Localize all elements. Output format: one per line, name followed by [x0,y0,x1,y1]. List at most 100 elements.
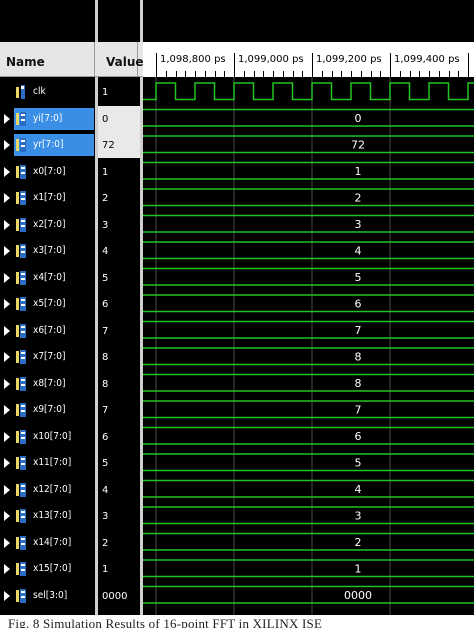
expand-arrow-icon[interactable] [4,431,10,442]
expand-arrow-icon[interactable] [4,113,10,124]
value-column-header[interactable]: Value [98,42,144,77]
signal-icon [15,190,27,206]
signal-name: x0[7:0] [33,165,66,177]
expand-arrow-icon[interactable] [4,458,10,468]
signal-value: 4 [102,484,109,496]
name-column-header[interactable]: Name [0,42,95,77]
signal-icon [15,243,27,259]
time-ruler[interactable]: 1,098,800 ps 1,099,000 ps 1,099,200 ps 1… [143,42,474,77]
signal-icon [15,482,27,498]
expand-arrow-icon[interactable] [4,299,10,309]
signal-row[interactable]: x2[7:0] [0,212,95,238]
signal-row[interactable]: x13[7:0] [0,503,95,529]
bus-value-label: 0000 [344,589,372,602]
time-tick-label: 1,099,400 ps [394,54,460,65]
signal-value: 72 [98,132,140,158]
signal-row[interactable]: x5[7:0] [0,291,95,317]
signal-row[interactable]: yi[7:0] [0,106,95,132]
signal-row[interactable]: x4[7:0] [0,265,95,291]
signal-row[interactable]: x1[7:0] [0,185,95,211]
expand-arrow-icon[interactable] [4,590,10,601]
expand-arrow-icon[interactable] [4,511,10,521]
column-divider[interactable] [140,0,143,42]
waveform-canvas[interactable]: 0 72 1 2 3 4 5 6 7 8 8 7 6 5 4 3 2 1 0000 [143,77,474,615]
signal-value: 1 [102,564,109,575]
signal-row[interactable]: clk [0,79,95,105]
bus-value-label: 5 [355,271,362,284]
toolbar-band [0,0,474,42]
signal-icon [15,429,27,445]
signal-row[interactable]: x8[7:0] [0,371,95,397]
signal-name-panel: clk yi[7:0] yr[7:0] x0[7:0] x1[7:0] x2[7:0] x3… [0,77,95,615]
signal-row[interactable]: x7[7:0] [0,344,95,370]
clock-waveform [143,82,474,101]
signal-value: 8 [102,352,109,363]
signal-value: 8 [102,378,109,390]
expand-arrow-icon[interactable] [4,166,10,177]
bus-value-label: 72 [351,138,365,151]
signal-row[interactable]: x15[7:0] [0,556,95,582]
expand-arrow-icon[interactable] [4,246,10,256]
signal-row[interactable]: sel[3:0] [0,583,95,609]
expand-arrow-icon[interactable] [4,140,10,150]
signal-icon [15,296,27,312]
expand-arrow-icon[interactable] [4,484,10,495]
signal-icon [15,111,27,127]
signal-name: x7[7:0] [33,351,66,362]
signal-name: x8[7:0] [33,377,66,389]
column-header: Name Value 1,098,800 ps 1,099,000 ps 1,0… [0,42,474,77]
expand-arrow-icon[interactable] [4,193,10,203]
signal-name: x5[7:0] [33,298,66,309]
signal-value: 3 [102,219,109,231]
signal-value: 2 [102,537,109,549]
expand-arrow-icon[interactable] [4,219,10,230]
signal-icon [15,588,27,604]
bus-value-label: 2 [355,536,362,549]
signal-value: 5 [102,272,109,284]
signal-name: x10[7:0] [33,430,72,442]
expand-arrow-icon[interactable] [4,378,10,389]
signal-value: 6 [102,299,109,310]
signal-value: 4 [102,246,109,257]
signal-row[interactable]: x3[7:0] [0,238,95,264]
signal-row[interactable]: x0[7:0] [0,159,95,185]
bus-value-label: 7 [355,403,362,416]
figure-caption: Fig. 8 Simulation Results of 16-point FF… [0,615,474,628]
signal-row[interactable]: x12[7:0] [0,477,95,503]
bus-value-label: 7 [355,324,362,337]
signal-row[interactable]: x10[7:0] [0,424,95,450]
signal-name: x13[7:0] [33,510,72,521]
signal-value: 5 [102,458,109,469]
signal-name: x3[7:0] [33,245,66,256]
bus-value-label: 8 [355,350,362,363]
caption-text: Fig. 8 Simulation Results of 16-point FF… [8,616,323,628]
signal-icon [15,323,27,339]
expand-arrow-icon[interactable] [4,352,10,362]
signal-row[interactable]: x14[7:0] [0,530,95,556]
signal-row[interactable]: x9[7:0] [0,397,95,423]
column-divider[interactable] [95,0,98,42]
signal-name: x14[7:0] [33,536,72,548]
signal-row[interactable]: yr[7:0] [0,132,95,158]
signal-name: x2[7:0] [33,218,66,230]
expand-arrow-icon[interactable] [4,325,10,336]
bus-value-label: 4 [355,483,362,496]
signal-row[interactable]: x6[7:0] [0,318,95,344]
expand-arrow-icon[interactable] [4,564,10,574]
signal-value: 1 [102,87,109,98]
waveform-panel[interactable]: 0 72 1 2 3 4 5 6 7 8 8 7 6 5 4 3 2 1 0000 [143,77,474,615]
signal-icon [15,535,27,551]
signal-icon [15,84,27,100]
signal-icon [15,376,27,392]
signal-icon [15,561,27,577]
time-tick-label: 1,098,800 ps [160,54,226,65]
expand-arrow-icon[interactable] [4,537,10,548]
signal-name: x15[7:0] [33,563,72,574]
signal-name: yr[7:0] [33,139,64,150]
bus-value-label: 1 [355,165,362,178]
signal-row[interactable]: x11[7:0] [0,450,95,476]
expand-arrow-icon[interactable] [4,405,10,415]
expand-arrow-icon[interactable] [4,272,10,283]
signal-icon [15,137,27,153]
bus-value-label: 5 [355,456,362,469]
